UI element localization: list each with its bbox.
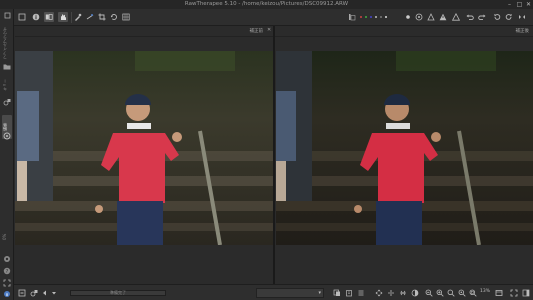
split-icon[interactable] — [386, 288, 396, 298]
queue-icon[interactable] — [2, 97, 12, 106]
before-panel-header — [15, 26, 273, 37]
window-title: RawTherapee 5.10 - /home/keizou/Pictures… — [184, 1, 349, 7]
rgb-icon[interactable] — [398, 288, 408, 298]
color-picker-icon[interactable] — [73, 12, 83, 22]
profile-combo[interactable] — [256, 288, 324, 298]
zoom-out-icon[interactable] — [424, 288, 434, 298]
before-after-icon[interactable] — [44, 12, 54, 22]
shadow-warning-icon[interactable] — [451, 12, 461, 22]
folder-icon[interactable] — [2, 62, 12, 71]
tab-editor-label: 編集 — [2, 123, 7, 131]
editor-icon[interactable] — [2, 131, 12, 140]
crop-icon[interactable] — [97, 12, 107, 22]
tab-file-browser[interactable]: ファイルブラウザ — [2, 23, 12, 63]
pan-icon[interactable] — [58, 12, 68, 22]
zoom-value: 13% — [480, 289, 491, 294]
save-icon[interactable] — [17, 288, 27, 298]
rotate-icon[interactable] — [109, 12, 119, 22]
straighten-icon[interactable] — [85, 12, 95, 22]
undo-icon[interactable] — [465, 12, 475, 22]
after-panel-title: 補正後 — [515, 29, 530, 34]
redo-icon[interactable] — [477, 12, 487, 22]
send-to-editor-icon[interactable] — [29, 288, 39, 298]
fullscreen-icon[interactable] — [2, 278, 12, 287]
preview-mode-icon[interactable] — [410, 288, 420, 298]
rotate-right-icon[interactable] — [504, 12, 514, 22]
hand-icon[interactable] — [17, 12, 27, 22]
channel-indicators[interactable] — [359, 12, 389, 22]
zoom-crop-icon[interactable] — [468, 288, 478, 298]
title-bar: RawTherapee 5.10 - /home/keizou/Pictures… — [0, 0, 533, 9]
move-icon[interactable] — [374, 288, 384, 298]
zoom-in-icon[interactable] — [435, 288, 445, 298]
zoom-indicator: 0% — [2, 233, 7, 241]
after-image[interactable] — [276, 51, 533, 245]
info-small-icon[interactable] — [2, 289, 12, 298]
toolbar — [14, 9, 533, 26]
rotate-left-icon[interactable] — [492, 12, 502, 22]
profile-menu-icon[interactable] — [356, 288, 366, 298]
maximize-button[interactable]: □ — [515, 0, 524, 9]
tab-queue[interactable]: キュー — [2, 73, 12, 97]
panel-toggle-icon[interactable] — [521, 288, 531, 298]
flip-h-icon[interactable] — [517, 12, 527, 22]
menu-icon[interactable] — [2, 11, 12, 20]
bottom-bar: 準備完了 13% — [14, 284, 533, 300]
paste-profile-icon[interactable] — [344, 288, 354, 298]
target-icon[interactable] — [414, 12, 424, 22]
left-sidebar: ファイルブラウザ キュー 編集 0% ? — [0, 9, 14, 300]
progress-bar: 準備完了 — [70, 290, 166, 296]
fullscreen-toggle-icon[interactable] — [509, 288, 519, 298]
clipping-dot-icon[interactable] — [403, 12, 413, 22]
new-window-icon[interactable] — [494, 288, 504, 298]
after-panel-header — [275, 26, 533, 37]
before-image[interactable] — [15, 51, 273, 245]
histogram-icon[interactable] — [347, 12, 357, 22]
svg-text:?: ? — [6, 268, 9, 274]
close-button[interactable]: ✕ — [524, 0, 533, 9]
zoom-100-icon[interactable] — [457, 288, 467, 298]
help-icon[interactable]: ? — [2, 266, 12, 275]
copy-profile-icon[interactable] — [332, 288, 342, 298]
clipping-warning-icon[interactable] — [438, 12, 448, 22]
focus-mask-icon[interactable] — [426, 12, 436, 22]
grid-icon[interactable] — [121, 12, 131, 22]
toolbar-separator — [71, 12, 72, 23]
navigate-buttons[interactable] — [42, 288, 58, 298]
before-panel-title: 補正前 — [249, 29, 264, 34]
info-icon[interactable] — [31, 12, 41, 22]
minimize-button[interactable]: – — [505, 0, 514, 9]
status-text: 準備完了 — [110, 290, 126, 295]
preferences-icon[interactable] — [2, 254, 12, 263]
zoom-fit-icon[interactable] — [446, 288, 456, 298]
